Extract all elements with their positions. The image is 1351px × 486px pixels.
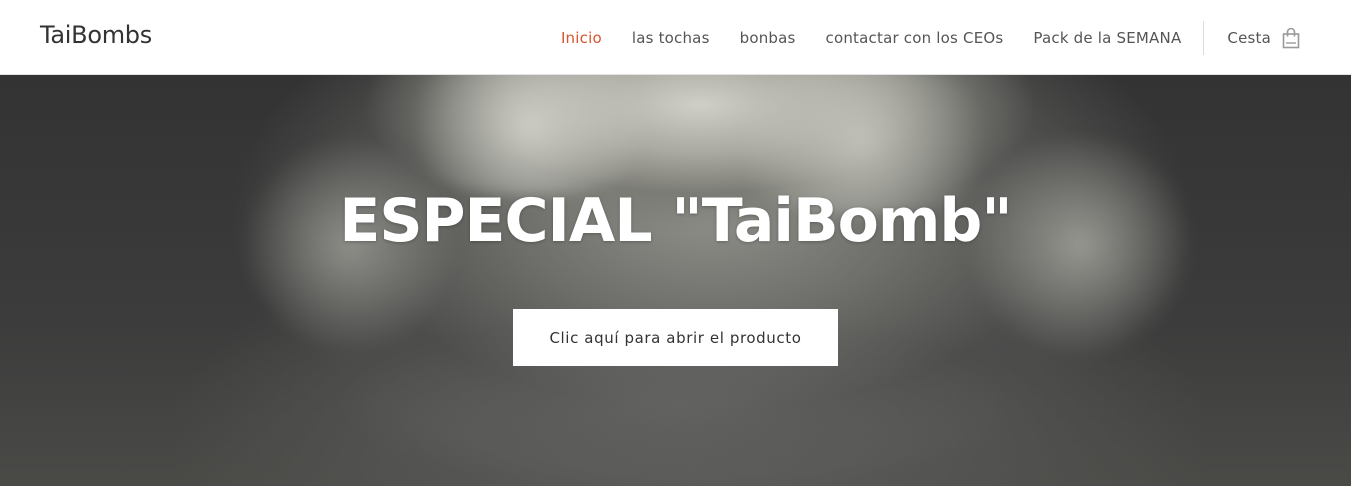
main-nav: Inicio las tochas bonbas contactar con l…: [561, 0, 1300, 75]
hero-banner: ESPECIAL "TaiBomb" Clic aquí para abrir …: [0, 75, 1351, 486]
site-header: TaiBombs Inicio las tochas bonbas contac…: [0, 0, 1351, 75]
nav-divider: [1203, 20, 1205, 55]
site-logo[interactable]: TaiBombs: [40, 19, 152, 51]
cart-link[interactable]: Cesta: [1227, 27, 1300, 49]
nav-item-las-tochas[interactable]: las tochas: [632, 29, 710, 47]
nav-item-inicio[interactable]: Inicio: [561, 29, 602, 47]
nav-item-contactar[interactable]: contactar con los CEOs: [826, 29, 1004, 47]
nav-item-bonbas[interactable]: bonbas: [740, 29, 796, 47]
cart-label: Cesta: [1227, 28, 1271, 47]
shopping-bag-icon: [1282, 27, 1300, 49]
nav-item-pack-semana[interactable]: Pack de la SEMANA: [1033, 29, 1181, 47]
open-product-button[interactable]: Clic aquí para abrir el producto: [513, 309, 838, 366]
hero-title: ESPECIAL "TaiBomb": [339, 186, 1012, 256]
